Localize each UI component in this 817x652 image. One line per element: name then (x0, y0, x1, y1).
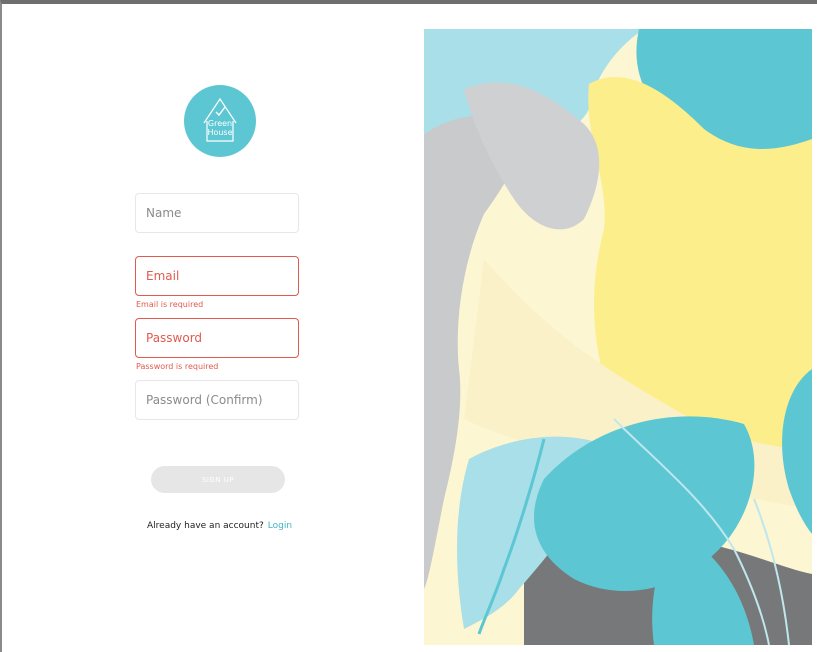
password-error-message: Password is required (136, 362, 219, 371)
decorative-illustration (424, 29, 812, 645)
login-prompt: Already have an account? Login (147, 521, 292, 531)
login-prompt-text: Already have an account? (147, 521, 264, 531)
green-house-logo: Green House (184, 85, 256, 157)
sign-up-button[interactable]: SIGN UP (151, 466, 285, 493)
logo-text-line1: Green (207, 119, 233, 128)
password-field[interactable] (135, 318, 299, 358)
abstract-leaves-artwork (424, 29, 812, 645)
password-confirm-field[interactable] (135, 380, 299, 420)
email-error-message: Email is required (136, 300, 204, 309)
signup-panel: Green House Email is required Password i… (0, 0, 424, 652)
email-field[interactable] (135, 256, 299, 296)
name-field[interactable] (135, 193, 299, 233)
login-link[interactable]: Login (268, 521, 292, 531)
logo-text-line2: House (207, 128, 233, 137)
